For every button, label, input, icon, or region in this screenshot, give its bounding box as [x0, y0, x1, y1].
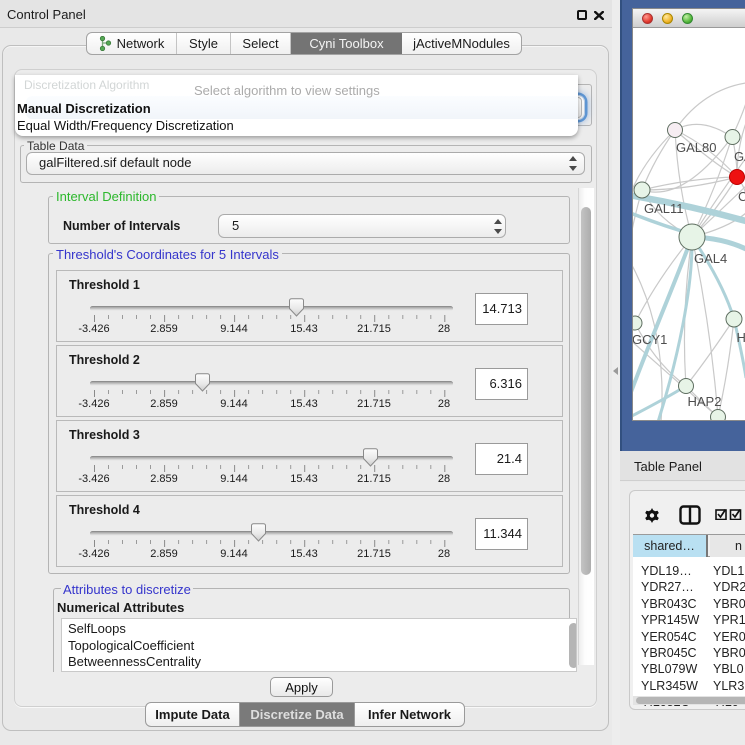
svg-text:HI: HI [737, 330, 745, 345]
svg-text:GA: GA [734, 149, 745, 164]
svg-text:GAL4: GAL4 [694, 251, 727, 266]
svg-text:GCY1: GCY1 [633, 332, 667, 347]
svg-text:HAP2: HAP2 [688, 394, 722, 409]
svg-text:CD: CD [738, 189, 745, 204]
svg-text:GAL80: GAL80 [676, 140, 716, 155]
svg-text:GAL11: GAL11 [644, 201, 684, 216]
